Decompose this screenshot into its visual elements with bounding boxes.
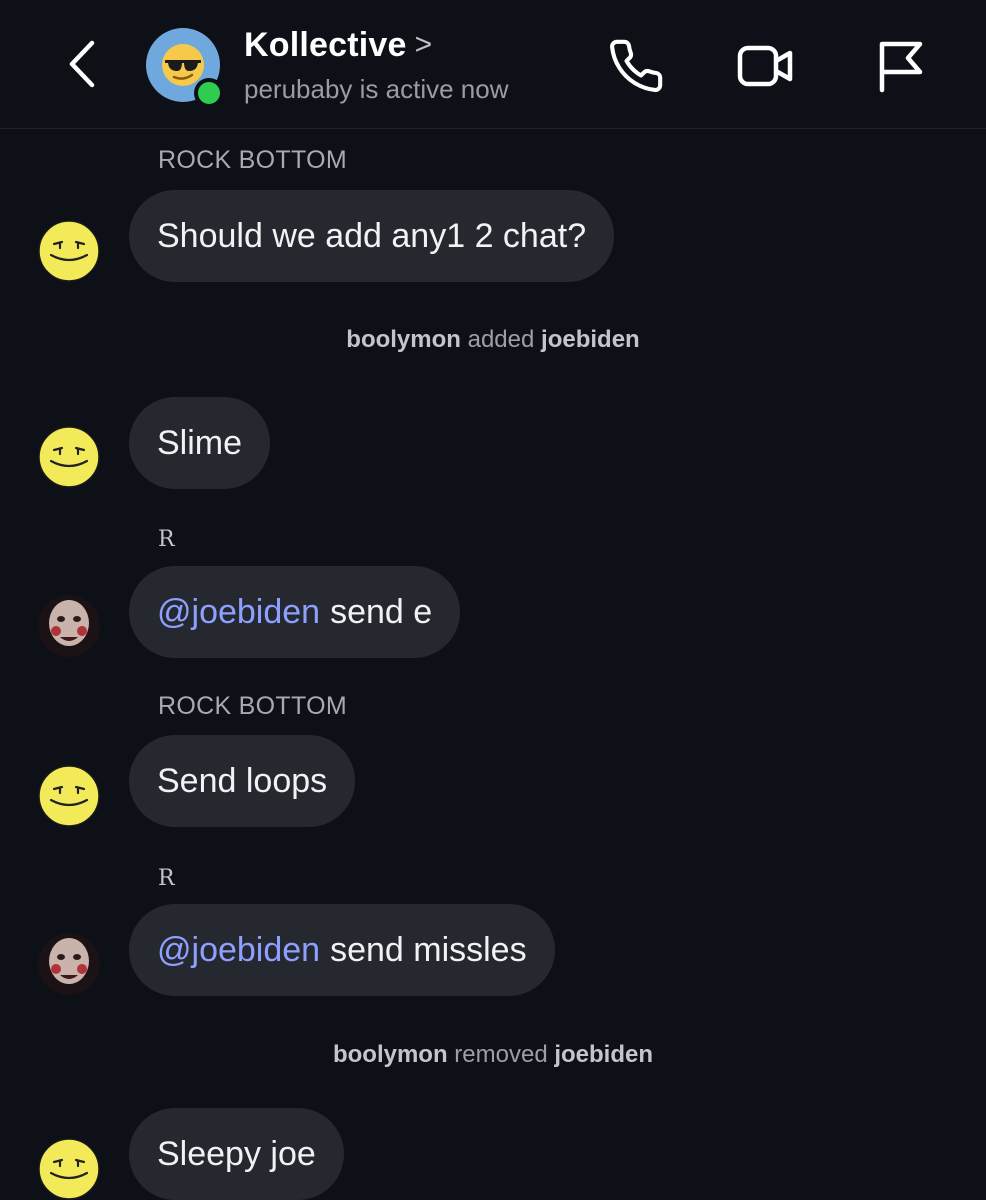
smiley-avatar-icon [38,426,100,488]
call-button[interactable] [606,36,666,96]
system-actor[interactable]: boolymon [333,1041,448,1068]
avatar[interactable] [38,933,100,995]
message-bubble[interactable]: Send loops [129,735,356,827]
system-target[interactable]: joebiden [541,326,640,353]
puppet-mask-avatar-icon [38,595,100,657]
system-message: boolymon added joebiden [0,326,986,354]
mention-link[interactable]: @joebiden [157,593,320,632]
message-bubble[interactable]: Sleepy joe [129,1108,344,1200]
avatar[interactable] [38,426,100,488]
back-button[interactable] [60,36,104,92]
chevron-left-icon [69,40,95,88]
active-status: perubaby is active now [244,74,509,104]
message-text: Slime [157,423,243,462]
online-status-dot [194,78,224,108]
puppet-mask-avatar-icon [38,933,100,995]
avatar[interactable] [38,765,100,827]
system-action: added [467,326,535,353]
smiley-avatar-icon [38,220,100,282]
system-action: removed [454,1041,548,1068]
chevron-right-icon: > [414,28,433,61]
sender-name: ROCK BOTTOM [158,146,347,174]
video-camera-icon [737,45,793,87]
message-text: Send loops [157,761,328,800]
smiley-avatar-icon [38,1138,100,1200]
message-text: Should we add any1 2 chat? [157,216,587,255]
avatar[interactable] [38,220,100,282]
message-text: send e [330,592,433,631]
smiley-avatar-icon [38,765,100,827]
chat-title[interactable]: Kollective > [244,26,432,65]
system-target[interactable]: joebiden [554,1041,653,1068]
video-call-button[interactable] [734,36,798,96]
avatar[interactable] [38,1138,100,1200]
phone-icon [610,39,663,93]
chat-header: Kollective > perubaby is active now [0,0,986,129]
message-bubble[interactable]: Should we add any1 2 chat? [129,190,615,282]
message-text: send missles [330,930,527,969]
flag-icon [879,41,923,93]
sender-name: R [158,866,175,891]
sender-name: R [158,527,175,552]
sender-name: ROCK BOTTOM [158,692,347,720]
system-actor[interactable]: boolymon [346,326,461,353]
mention-link[interactable]: @joebiden [157,931,320,970]
report-button[interactable] [870,36,930,96]
system-message: boolymon removed joebiden [0,1041,986,1069]
message-text: Sleepy joe [157,1134,316,1173]
group-name: Kollective [244,26,407,64]
message-bubble[interactable]: @joebiden send e [129,566,461,658]
message-bubble[interactable]: Slime [129,397,271,489]
message-bubble[interactable]: @joebiden send missles [129,904,555,996]
avatar[interactable] [38,595,100,657]
